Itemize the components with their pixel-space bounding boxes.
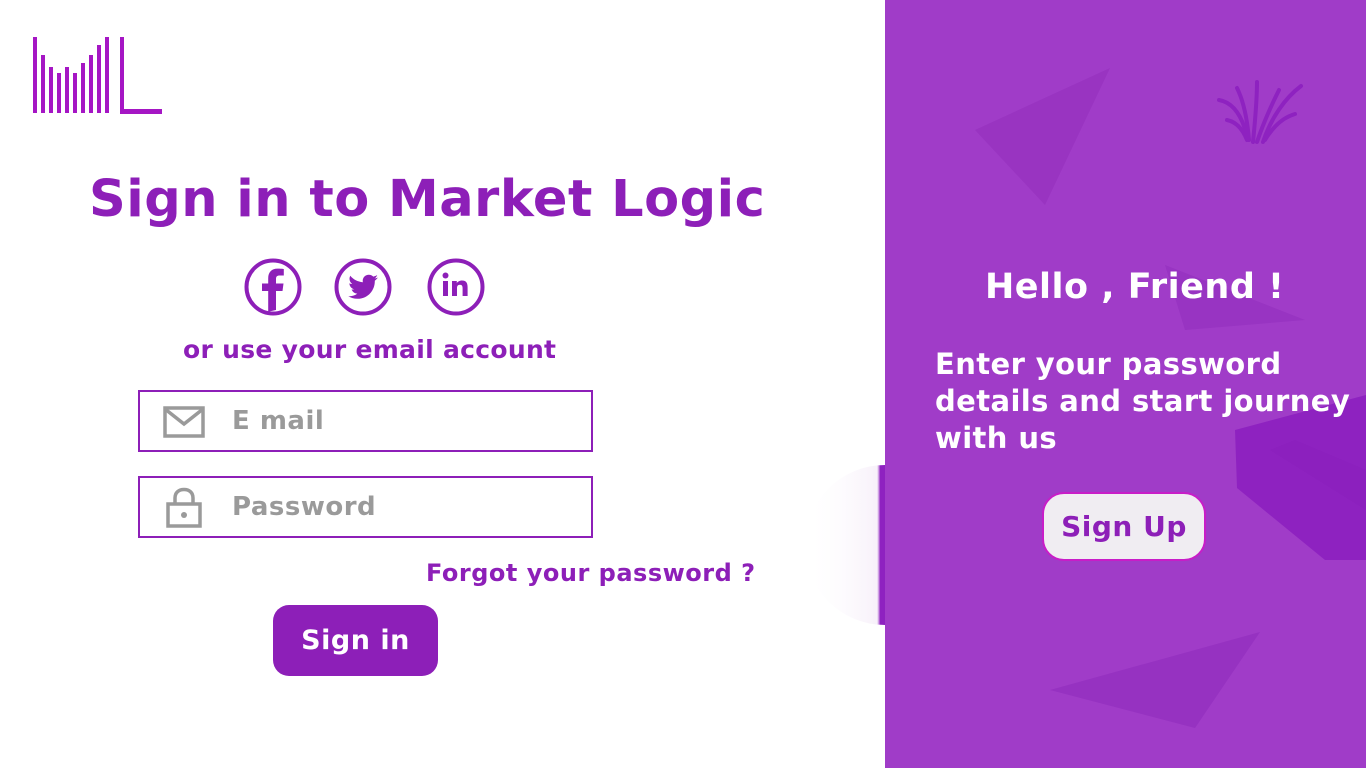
alt-signin-text: or use your email account (183, 335, 557, 364)
market-logic-logo (33, 37, 162, 114)
facebook-login-button[interactable] (244, 258, 302, 316)
sign-up-button[interactable]: Sign Up (1042, 492, 1206, 561)
password-input[interactable] (232, 487, 572, 527)
signin-panel: Sign in to Market Logic or use your emai… (0, 0, 885, 768)
signup-panel: Hello , Friend ! Enter your password det… (885, 0, 1366, 768)
panel-greeting: Hello , Friend ! (985, 267, 1285, 307)
lock-icon (166, 487, 202, 528)
twitter-login-button[interactable] (334, 258, 392, 316)
leaf-icon (1217, 80, 1303, 144)
twitter-icon (334, 258, 392, 316)
password-field[interactable] (138, 476, 593, 538)
sign-in-button[interactable]: Sign in (273, 605, 438, 676)
forgot-password-link[interactable]: Forgot your password ? (426, 557, 756, 589)
linkedin-icon (427, 258, 485, 316)
email-field[interactable] (138, 390, 593, 452)
page-title: Sign in to Market Logic (89, 170, 766, 229)
email-input[interactable] (232, 401, 572, 441)
linkedin-login-button[interactable] (427, 258, 485, 316)
facebook-icon (244, 258, 302, 316)
panel-message: Enter your password details and start jo… (935, 347, 1351, 455)
mail-icon (163, 406, 205, 438)
